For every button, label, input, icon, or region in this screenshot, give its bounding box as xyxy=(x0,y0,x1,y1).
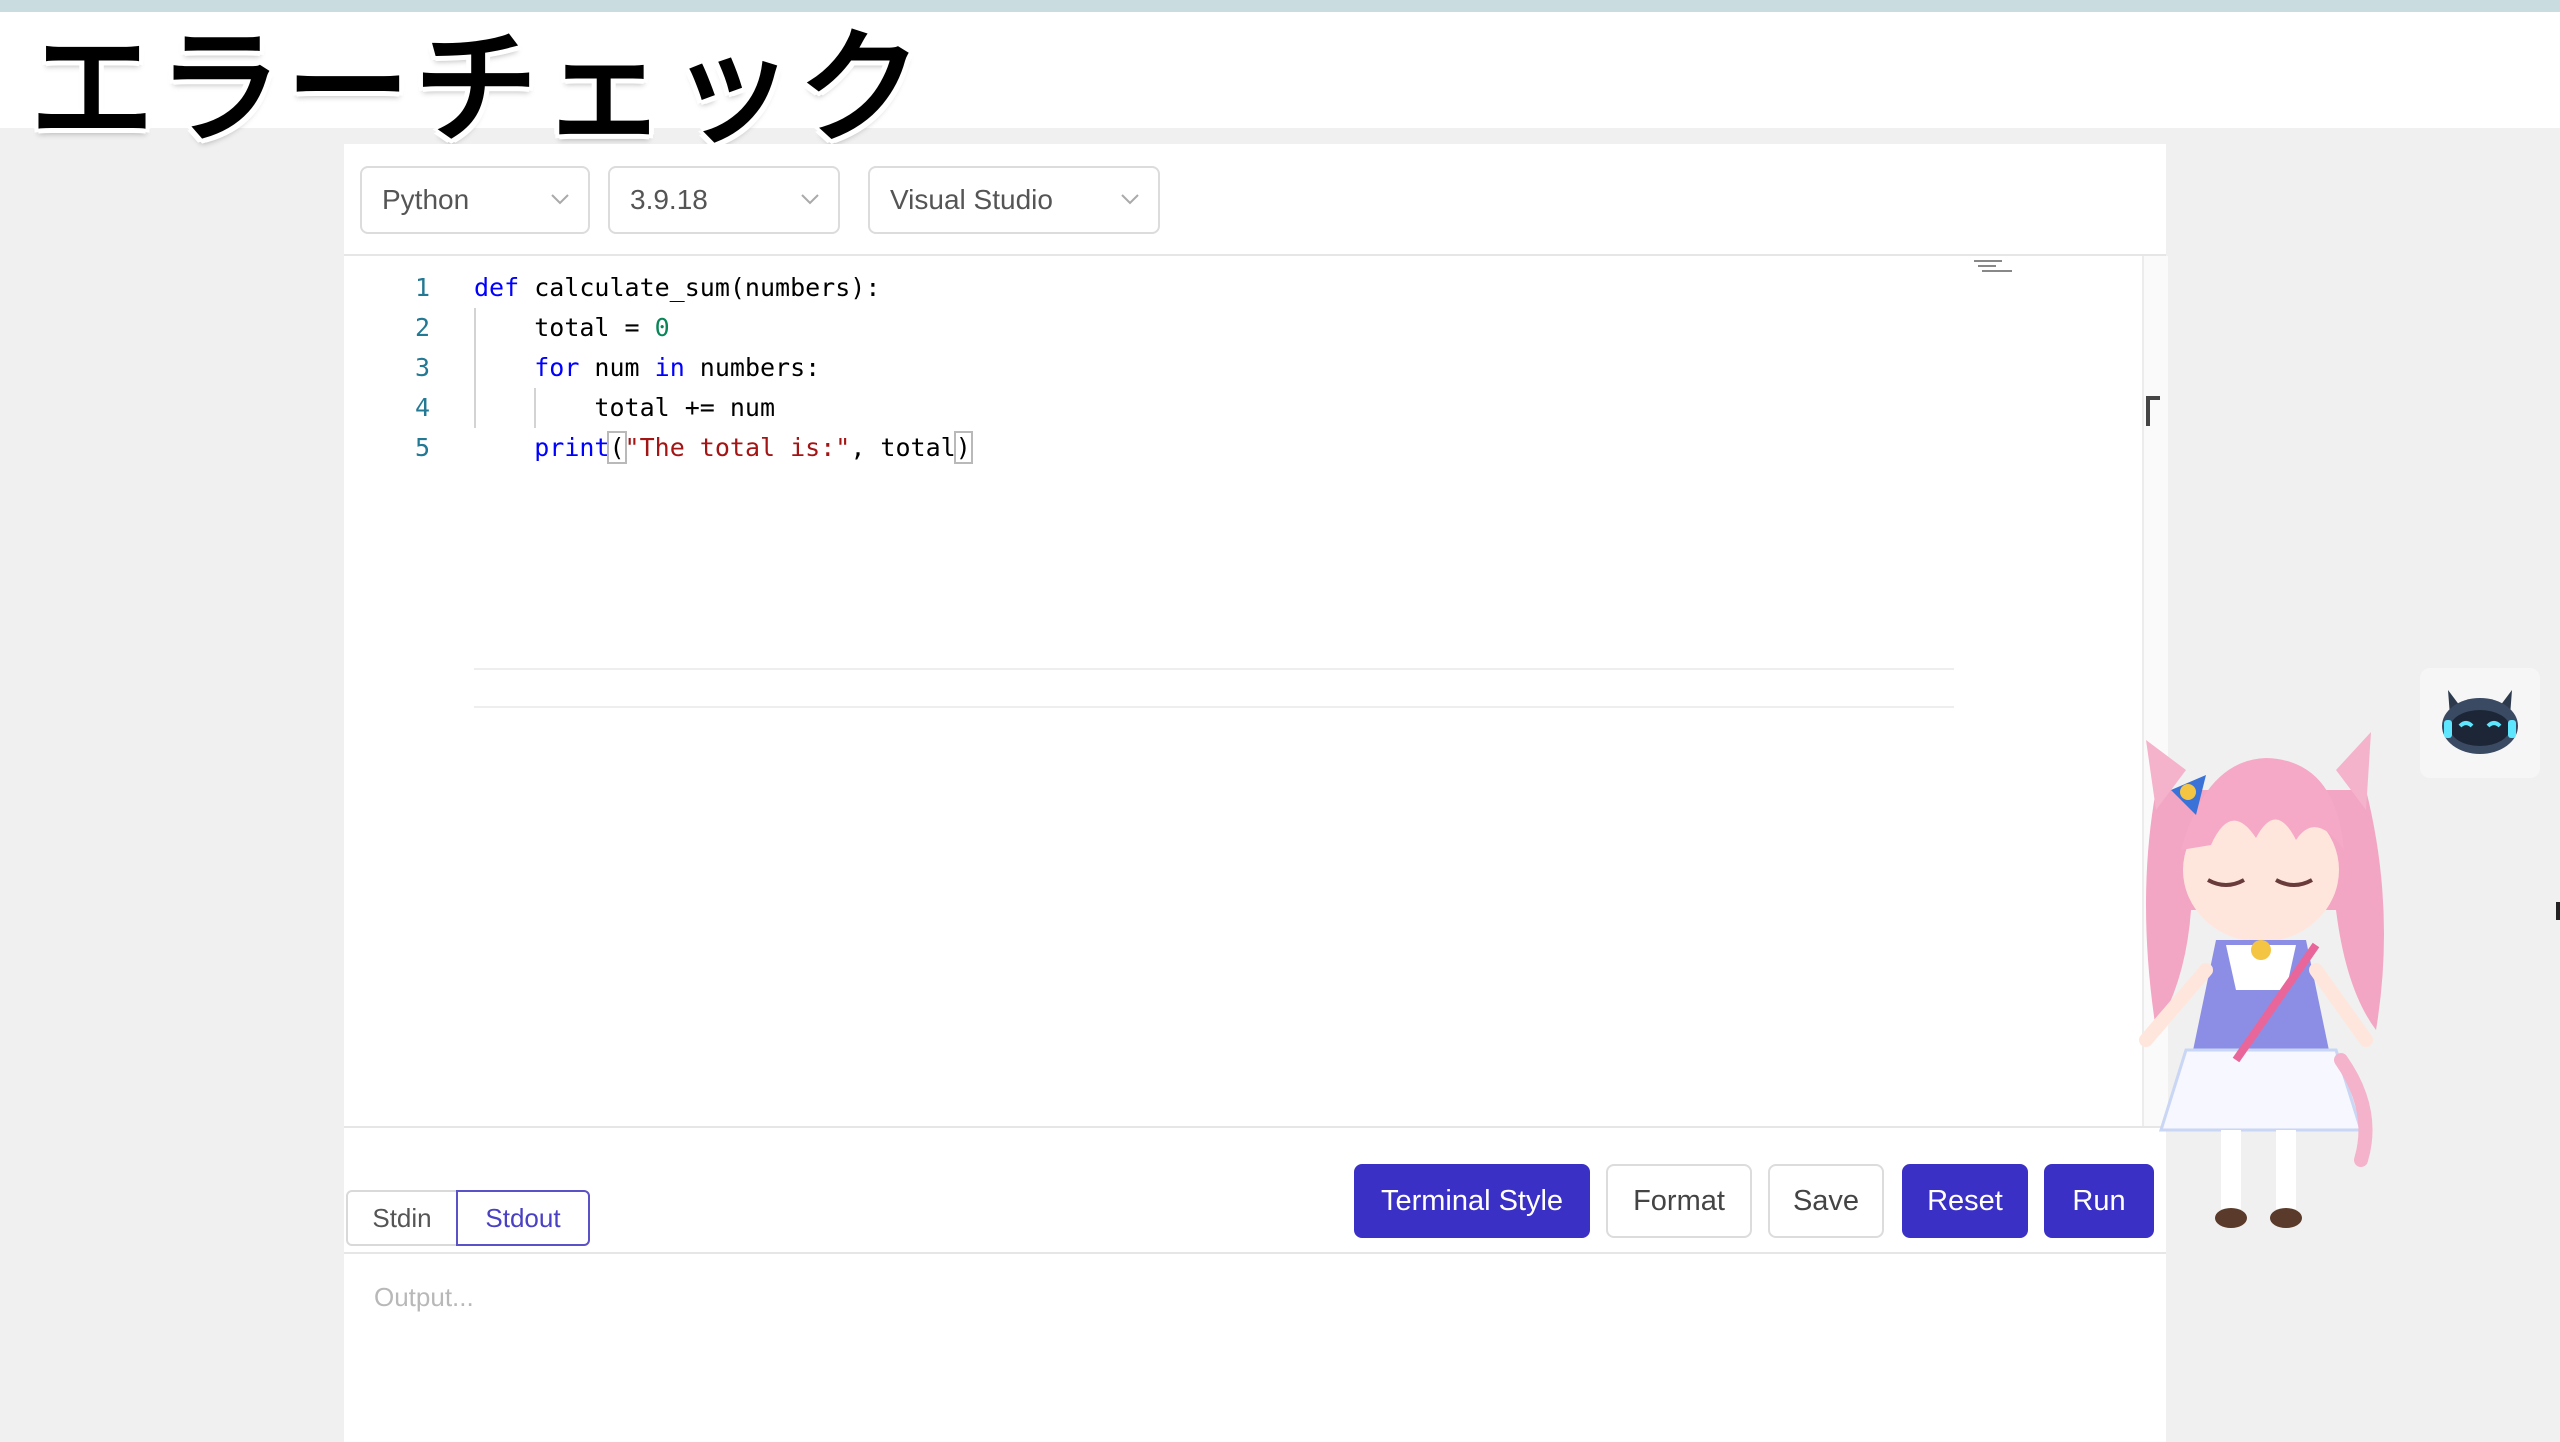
code-text: total = 0 xyxy=(474,308,670,348)
code-token: num xyxy=(579,353,655,382)
minimap[interactable] xyxy=(1972,258,2032,274)
reset-button[interactable]: Reset xyxy=(1902,1164,2028,1238)
theme-select-value: Visual Studio xyxy=(890,184,1053,215)
line-number: 5 xyxy=(414,433,430,462)
code-runner-panel: Python 3.9.18 Visual Studio 1 def calcul… xyxy=(344,144,2168,1442)
output-panel[interactable]: Output... xyxy=(344,1252,2166,1442)
code-editor[interactable]: 1 def calculate_sum(numbers): 2 total = … xyxy=(344,256,2142,1126)
code-line: 4 total += num xyxy=(344,388,1954,428)
code-token: def xyxy=(474,273,520,302)
tab-stdout[interactable]: Stdout xyxy=(456,1190,590,1246)
code-token: 0 xyxy=(654,313,670,342)
io-toolbar: Stdin Stdout Terminal Style Format Save … xyxy=(344,1126,2166,1252)
code-token: total += num xyxy=(594,393,776,422)
code-line: 5 print("The total is:", total) xyxy=(344,428,1954,468)
save-button[interactable]: Save xyxy=(1768,1164,1884,1238)
mascot-character xyxy=(2139,732,2384,1228)
toolbar-selects: Python 3.9.18 Visual Studio xyxy=(344,144,2166,256)
line-number: 2 xyxy=(414,313,430,342)
code-token: print xyxy=(534,433,610,462)
version-select[interactable]: 3.9.18 xyxy=(608,166,840,234)
code-token: ( xyxy=(607,431,627,464)
code-token: in xyxy=(654,353,685,382)
cursor-caret xyxy=(2556,902,2560,920)
code-line: 1 def calculate_sum(numbers): xyxy=(344,268,1954,308)
current-line-highlight xyxy=(474,668,1954,708)
code-token: calculate_sum(numbers): xyxy=(519,273,881,302)
assistant-robot-button[interactable] xyxy=(2420,668,2540,778)
overlay-title: エラーチェック xyxy=(30,17,927,161)
tab-stdin[interactable]: Stdin xyxy=(346,1190,458,1246)
terminal-style-button[interactable]: Terminal Style xyxy=(1354,1164,1590,1238)
format-button[interactable]: Format xyxy=(1606,1164,1752,1238)
chevron-down-icon xyxy=(1120,168,1140,232)
code-token: , total xyxy=(850,433,956,462)
language-select-value: Python xyxy=(382,184,470,215)
code-text: def calculate_sum(numbers): xyxy=(474,268,880,308)
code-token: for xyxy=(534,353,580,382)
code-token: numbers: xyxy=(684,353,821,382)
scrollbar-thumb[interactable] xyxy=(2146,396,2160,426)
line-number: 3 xyxy=(414,353,430,382)
code-line: 3 for num in numbers: xyxy=(344,348,1954,388)
chevron-down-icon xyxy=(550,168,570,232)
line-number: 4 xyxy=(414,393,430,422)
top-accent-bar xyxy=(0,0,2560,12)
output-placeholder: Output... xyxy=(374,1282,474,1312)
chevron-down-icon xyxy=(800,168,820,232)
code-token: ) xyxy=(953,431,973,464)
code-text: for num in numbers: xyxy=(474,348,820,388)
robot-icon xyxy=(2442,690,2518,754)
code-text: total += num xyxy=(474,388,775,428)
code-text: print("The total is:", total) xyxy=(474,428,973,468)
theme-select[interactable]: Visual Studio xyxy=(868,166,1160,234)
code-token: total = xyxy=(534,313,655,342)
code-token: "The total is:" xyxy=(624,433,851,462)
line-number: 1 xyxy=(414,273,430,302)
code-line: 2 total = 0 xyxy=(344,308,1954,348)
version-select-value: 3.9.18 xyxy=(630,184,708,215)
language-select[interactable]: Python xyxy=(360,166,590,234)
